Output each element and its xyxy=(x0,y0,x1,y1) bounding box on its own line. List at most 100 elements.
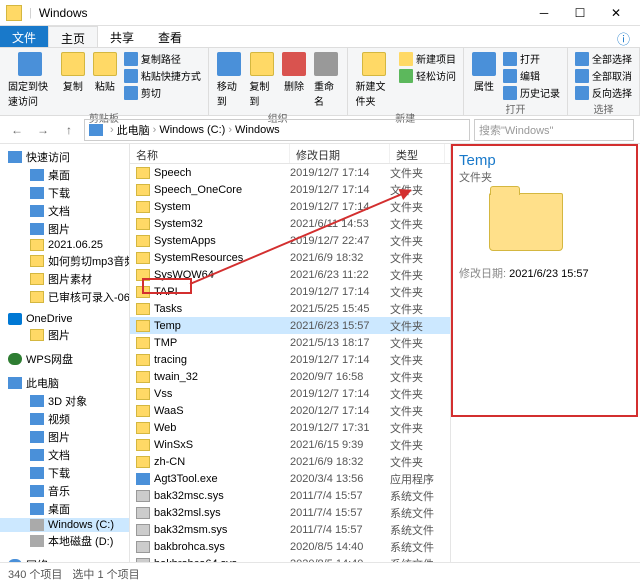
file-row[interactable]: System 2019/12/7 17:14 文件夹 xyxy=(130,198,450,215)
file-row[interactable]: Web 2019/12/7 17:31 文件夹 xyxy=(130,419,450,436)
nav-music[interactable]: 音乐 xyxy=(0,482,129,500)
nav-back-button[interactable]: ← xyxy=(6,119,28,141)
file-row[interactable]: SystemResources 2021/6/9 18:32 文件夹 xyxy=(130,249,450,266)
nav-folder-1[interactable]: 2021.06.25 xyxy=(0,238,129,252)
folder-icon xyxy=(6,5,22,21)
tab-share[interactable]: 共享 xyxy=(98,26,146,47)
nav-onedrive-pics[interactable]: 图片 xyxy=(0,326,129,344)
tab-view[interactable]: 查看 xyxy=(146,26,194,47)
file-date: 2021/6/23 15:57 xyxy=(290,320,390,332)
file-row[interactable]: TMP 2021/5/13 18:17 文件夹 xyxy=(130,334,450,351)
history-button[interactable]: 历史记录 xyxy=(500,84,563,101)
file-type: 文件夹 xyxy=(390,369,445,385)
nav-folder-4[interactable]: 已审核可录入-0623 xyxy=(0,288,129,306)
search-input[interactable]: 搜索"Windows" xyxy=(474,119,634,141)
file-row[interactable]: WinSxS 2021/6/15 9:39 文件夹 xyxy=(130,436,450,453)
pasteshortcut-button[interactable]: 粘贴快捷方式 xyxy=(121,67,204,84)
nav-pictures[interactable]: 图片 xyxy=(0,220,129,238)
file-date: 2019/12/7 17:14 xyxy=(290,167,390,179)
file-row[interactable]: tracing 2019/12/7 17:14 文件夹 xyxy=(130,351,450,368)
file-row[interactable]: Vss 2019/12/7 17:14 文件夹 xyxy=(130,385,450,402)
file-date: 2021/5/13 18:17 xyxy=(290,337,390,349)
file-row[interactable]: Temp 2021/6/23 15:57 文件夹 xyxy=(130,317,450,334)
breadcrumb-pc[interactable]: 此电脑 xyxy=(117,122,150,138)
ribbon-help-button[interactable]: ⓘ xyxy=(607,26,640,47)
newitem-button[interactable]: 新建项目 xyxy=(396,50,459,67)
copy-button[interactable]: 复制 xyxy=(57,50,89,110)
selectnone-button[interactable]: 全部取消 xyxy=(572,67,635,84)
file-row[interactable]: SystemApps 2019/12/7 22:47 文件夹 xyxy=(130,232,450,249)
close-button[interactable]: ✕ xyxy=(598,0,634,26)
nav-onedrive[interactable]: OneDrive xyxy=(0,312,129,326)
nav-docs[interactable]: 文档 xyxy=(0,446,129,464)
delete-button[interactable]: 删除 xyxy=(278,50,310,110)
group-open-label: 打开 xyxy=(468,101,563,116)
rename-button[interactable]: 重命名 xyxy=(310,50,343,110)
nav-forward-button[interactable]: → xyxy=(32,119,54,141)
file-row[interactable]: WaaS 2020/12/7 17:14 文件夹 xyxy=(130,402,450,419)
easyaccess-button[interactable]: 轻松访问 xyxy=(396,67,459,84)
col-type[interactable]: 类型 xyxy=(390,144,445,163)
file-list[interactable]: Speech 2019/12/7 17:14 文件夹 Speech_OneCor… xyxy=(130,164,450,562)
breadcrumb-folder[interactable]: Windows xyxy=(235,124,280,136)
file-row[interactable]: Speech_OneCore 2019/12/7 17:14 文件夹 xyxy=(130,181,450,198)
file-row[interactable]: System32 2021/6/11 14:53 文件夹 xyxy=(130,215,450,232)
properties-button[interactable]: 属性 xyxy=(468,50,500,101)
cut-button[interactable]: 剪切 xyxy=(121,84,204,101)
pin-quickaccess-button[interactable]: 固定到快速访问 xyxy=(4,50,57,110)
file-name: zh-CN xyxy=(154,456,290,468)
file-row[interactable]: TAPI 2019/12/7 17:14 文件夹 xyxy=(130,283,450,300)
edit-button[interactable]: 编辑 xyxy=(500,67,563,84)
file-row[interactable]: zh-CN 2021/6/9 18:32 文件夹 xyxy=(130,453,450,470)
nav-ddrive[interactable]: 本地磁盘 (D:) xyxy=(0,532,129,550)
file-row[interactable]: bakbrohca.sys 2020/8/5 14:40 系统文件 xyxy=(130,538,450,555)
nav-pics[interactable]: 图片 xyxy=(0,428,129,446)
breadcrumb-drive[interactable]: Windows (C:) xyxy=(159,124,225,136)
nav-3dobjects[interactable]: 3D 对象 xyxy=(0,392,129,410)
nav-downloads[interactable]: 下载 xyxy=(0,184,129,202)
invertsel-button[interactable]: 反向选择 xyxy=(572,84,635,101)
nav-dl[interactable]: 下载 xyxy=(0,464,129,482)
selectall-button[interactable]: 全部选择 xyxy=(572,50,635,67)
tab-home[interactable]: 主页 xyxy=(48,26,98,47)
nav-up-button[interactable]: ↑ xyxy=(58,119,80,141)
col-date[interactable]: 修改日期 xyxy=(290,144,390,163)
group-select-label: 选择 xyxy=(572,101,635,116)
nav-documents[interactable]: 文档 xyxy=(0,202,129,220)
nav-folder-3[interactable]: 图片素材 xyxy=(0,270,129,288)
col-name[interactable]: 名称 xyxy=(130,144,290,163)
file-row[interactable]: Tasks 2021/5/25 15:45 文件夹 xyxy=(130,300,450,317)
file-name: System32 xyxy=(154,218,290,230)
minimize-button[interactable]: ─ xyxy=(526,0,562,26)
file-date: 2021/6/9 18:32 xyxy=(290,456,390,468)
nav-videos[interactable]: 视频 xyxy=(0,410,129,428)
file-icon xyxy=(136,354,150,366)
nav-wps[interactable]: WPS网盘 xyxy=(0,350,129,368)
file-row[interactable]: bak32msl.sys 2011/7/4 15:57 系统文件 xyxy=(130,504,450,521)
paste-button[interactable]: 粘贴 xyxy=(89,50,121,110)
newfolder-button[interactable]: 新建文件夹 xyxy=(352,50,396,110)
nav-cdrive[interactable]: Windows (C:) xyxy=(0,518,129,532)
qat-divider: | xyxy=(29,7,32,19)
file-row[interactable]: Agt3Tool.exe 2020/3/4 13:56 应用程序 xyxy=(130,470,450,487)
file-row[interactable]: SysWOW64 2021/6/23 11:22 文件夹 xyxy=(130,266,450,283)
file-row[interactable]: bakbrohca64.sys 2020/8/5 14:40 系统文件 xyxy=(130,555,450,562)
file-row[interactable]: Speech 2019/12/7 17:14 文件夹 xyxy=(130,164,450,181)
file-row[interactable]: bak32msc.sys 2011/7/4 15:57 系统文件 xyxy=(130,487,450,504)
breadcrumb[interactable]: › 此电脑 › Windows (C:) › Windows xyxy=(84,119,470,141)
moveto-button[interactable]: 移动到 xyxy=(213,50,246,110)
nav-desktop[interactable]: 桌面 xyxy=(0,166,129,184)
column-header[interactable]: 名称 修改日期 类型 xyxy=(130,144,450,164)
nav-folder-2[interactable]: 如何剪切mp3音频 xyxy=(0,252,129,270)
nav-quickaccess[interactable]: 快速访问 xyxy=(0,148,129,166)
nav-desk2[interactable]: 桌面 xyxy=(0,500,129,518)
tab-file[interactable]: 文件 xyxy=(0,26,48,47)
file-row[interactable]: bak32msm.sys 2011/7/4 15:57 系统文件 xyxy=(130,521,450,538)
copyto-button[interactable]: 复制到 xyxy=(245,50,278,110)
nav-thispc[interactable]: 此电脑 xyxy=(0,374,129,392)
open-button[interactable]: 打开 xyxy=(500,50,563,67)
file-row[interactable]: twain_32 2020/9/7 16:58 文件夹 xyxy=(130,368,450,385)
copypath-button[interactable]: 复制路径 xyxy=(121,50,204,67)
nav-network[interactable]: 网络 xyxy=(0,556,129,562)
maximize-button[interactable]: ☐ xyxy=(562,0,598,26)
